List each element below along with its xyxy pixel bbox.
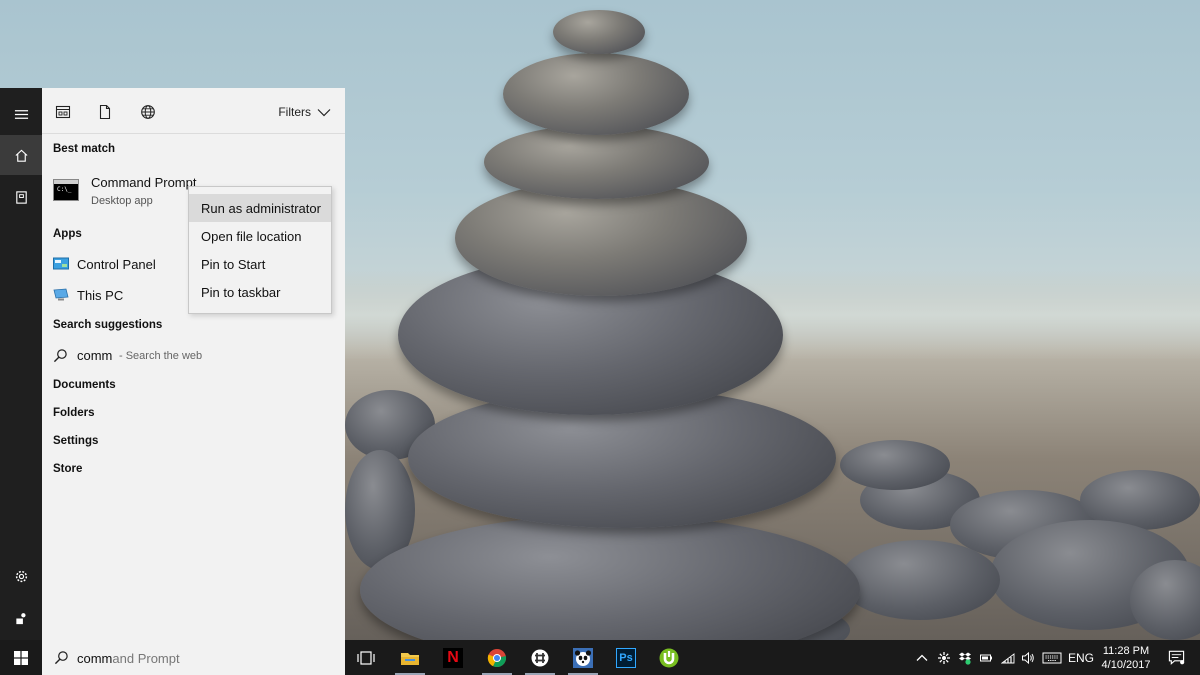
best-match-heading: Best match xyxy=(53,143,115,155)
notification-icon xyxy=(1168,650,1184,665)
dropbox-icon xyxy=(959,652,971,665)
feedback-button[interactable] xyxy=(0,598,42,638)
chrome-icon xyxy=(487,648,507,667)
menu-item-run-as-administrator[interactable]: Run as administrator xyxy=(189,194,331,222)
documents-filter-button[interactable] xyxy=(97,104,113,120)
speaker-icon xyxy=(1022,651,1034,664)
keyboard-icon xyxy=(1042,652,1062,663)
battery-tray-button[interactable] xyxy=(976,640,996,675)
pebble xyxy=(840,440,950,490)
start-sidebar xyxy=(0,88,42,640)
notebook-icon xyxy=(15,190,27,204)
globe-icon xyxy=(141,105,155,119)
file-explorer-button[interactable] xyxy=(389,640,431,675)
windows-logo-icon xyxy=(14,650,28,665)
taskbar-search-box[interactable]: command Prompt xyxy=(42,640,345,675)
panda-app-button[interactable] xyxy=(562,640,604,675)
netflix-button[interactable]: N xyxy=(432,640,474,675)
suggestion-hint: - Search the web xyxy=(119,350,203,362)
input-language-button[interactable]: ENG xyxy=(1066,640,1096,675)
task-view-button[interactable] xyxy=(345,640,387,675)
file-explorer-icon xyxy=(401,652,419,665)
stone xyxy=(484,125,709,199)
gear-icon xyxy=(15,570,27,582)
search-autocomplete-text: and Prompt xyxy=(112,651,180,666)
category-settings[interactable]: Settings xyxy=(53,435,98,447)
filter-bar: Filters xyxy=(42,88,345,134)
hamburger-icon xyxy=(14,109,28,119)
suggestion-term: comm xyxy=(77,348,113,363)
slack-icon xyxy=(531,649,549,666)
battery-icon xyxy=(980,654,992,661)
chevron-up-icon xyxy=(916,654,928,661)
action-center-button[interactable] xyxy=(1158,640,1194,675)
web-filter-button[interactable] xyxy=(140,104,156,120)
tray-app-button[interactable] xyxy=(934,640,954,675)
command-prompt-icon: C:\_ xyxy=(53,179,79,201)
search-suggestions-heading: Search suggestions xyxy=(53,319,163,331)
wifi-icon xyxy=(1001,652,1015,663)
pebble xyxy=(840,540,1000,620)
filters-dropdown[interactable]: Filters xyxy=(278,105,331,119)
utorrent-icon xyxy=(659,648,679,667)
taskbar: command Prompt N Ps ENG 11:28 PM 4/10/20… xyxy=(0,640,1200,675)
notebook-button[interactable] xyxy=(0,177,42,217)
task-view-icon xyxy=(357,650,375,665)
apps-filter-button[interactable] xyxy=(55,104,71,120)
app-label-control-panel: Control Panel xyxy=(77,257,156,272)
home-icon xyxy=(14,149,28,162)
settings-button[interactable] xyxy=(0,556,42,596)
start-button[interactable] xyxy=(0,640,42,675)
category-folders[interactable]: Folders xyxy=(53,407,95,419)
dropbox-tray-button[interactable] xyxy=(955,640,975,675)
chevron-down-icon xyxy=(317,108,331,116)
menu-item-pin-to-start[interactable]: Pin to Start xyxy=(189,250,331,278)
search-results-panel: Filters Best match C:\_ Command Prompt D… xyxy=(42,88,345,640)
apps-filter-icon xyxy=(55,105,71,119)
category-store[interactable]: Store xyxy=(53,463,82,475)
search-icon xyxy=(53,349,67,363)
chrome-button[interactable] xyxy=(476,640,518,675)
gear-icon xyxy=(938,651,950,664)
menu-item-open-file-location[interactable]: Open file location xyxy=(189,222,331,250)
photoshop-button[interactable]: Ps xyxy=(605,640,647,675)
hamburger-menu-button[interactable] xyxy=(0,94,42,134)
context-menu: Run as administrator Open file location … xyxy=(188,186,332,314)
search-query[interactable]: command Prompt xyxy=(77,651,180,666)
this-pc-icon xyxy=(53,288,69,301)
control-panel-icon xyxy=(53,257,69,270)
photoshop-icon: Ps xyxy=(616,647,636,668)
feedback-icon xyxy=(15,612,26,624)
clock[interactable]: 11:28 PM 4/10/2017 xyxy=(1097,644,1155,672)
search-icon xyxy=(54,651,68,665)
best-match-subtitle: Desktop app xyxy=(91,195,153,207)
language-label: ENG xyxy=(1067,650,1094,665)
stone xyxy=(553,10,645,54)
clock-time: 11:28 PM xyxy=(1102,645,1150,657)
menu-item-pin-to-taskbar[interactable]: Pin to taskbar xyxy=(189,278,331,306)
show-hidden-icons-button[interactable] xyxy=(912,640,932,675)
utorrent-button[interactable] xyxy=(648,640,690,675)
wifi-tray-button[interactable] xyxy=(998,640,1018,675)
search-typed-text: comm xyxy=(77,651,113,666)
volume-tray-button[interactable] xyxy=(1018,640,1038,675)
app-label-this-pc: This PC xyxy=(77,288,124,303)
web-suggestion[interactable]: comm - Search the web xyxy=(42,343,345,369)
apps-heading: Apps xyxy=(53,228,82,240)
filters-label: Filters xyxy=(278,105,311,119)
clock-date: 4/10/2017 xyxy=(1101,659,1151,671)
stone xyxy=(503,53,689,135)
document-icon xyxy=(99,104,111,120)
category-documents[interactable]: Documents xyxy=(53,379,116,391)
netflix-icon: N xyxy=(443,647,463,668)
slack-button[interactable] xyxy=(519,640,561,675)
touch-keyboard-button[interactable] xyxy=(1040,640,1064,675)
home-button[interactable] xyxy=(0,135,42,175)
panda-icon xyxy=(573,647,593,668)
best-match-title: Command Prompt xyxy=(91,175,197,190)
